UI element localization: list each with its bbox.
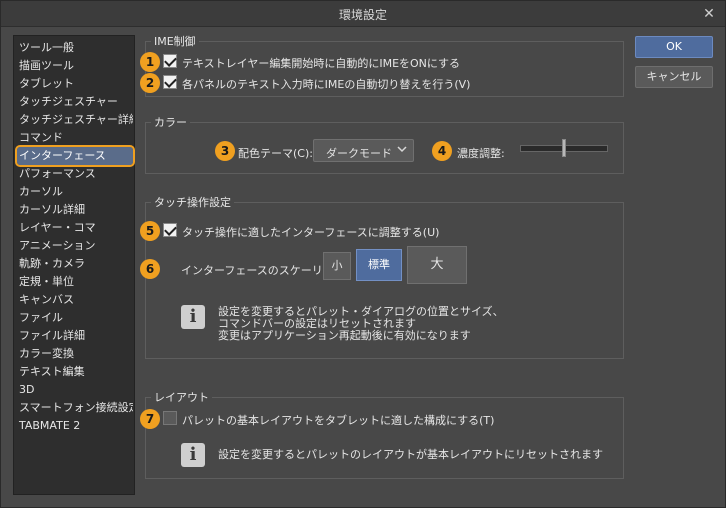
- title-bar: 環境設定 ✕: [1, 1, 725, 27]
- sidebar-item-tabmate[interactable]: TABMATE 2: [17, 417, 133, 435]
- touch-info-line3: 変更はアプリケーション再起動後に有効になります: [218, 329, 471, 342]
- scaling-standard-button[interactable]: 標準: [356, 249, 402, 281]
- layout-group: [145, 397, 624, 479]
- chevron-down-icon: [397, 146, 407, 153]
- layout-info-text: 設定を変更するとパレットのレイアウトが基本レイアウトにリセットされます: [218, 448, 603, 461]
- density-label: 濃度調整:: [457, 147, 505, 160]
- touch-group-title: タッチ操作設定: [151, 194, 234, 210]
- layout-group-title: レイアウト: [151, 389, 212, 405]
- ok-button[interactable]: OK: [635, 36, 713, 58]
- density-slider-handle[interactable]: [562, 139, 566, 157]
- sidebar-item-tablet[interactable]: タブレット: [17, 75, 133, 93]
- sidebar-item-color-conversion[interactable]: カラー変換: [17, 345, 133, 363]
- sidebar-item-text-edit[interactable]: テキスト編集: [17, 363, 133, 381]
- callout-badge-2: 2: [140, 73, 160, 93]
- ime-auto-on-checkbox[interactable]: [163, 54, 177, 68]
- info-icon: i: [181, 443, 205, 467]
- touch-interface-checkbox[interactable]: [163, 223, 177, 237]
- sidebar-item-trail-camera[interactable]: 軌跡・カメラ: [17, 255, 133, 273]
- dialog-title: 環境設定: [338, 8, 387, 22]
- color-group-title: カラー: [151, 114, 190, 130]
- sidebar-item-drawing-tools[interactable]: 描画ツール: [17, 57, 133, 75]
- ime-auto-on-label[interactable]: テキストレイヤー編集開始時に自動的にIMEをONにする: [182, 55, 460, 71]
- callout-badge-6: 6: [140, 259, 160, 279]
- sidebar-item-animation[interactable]: アニメーション: [17, 237, 133, 255]
- sidebar-item-file[interactable]: ファイル: [17, 309, 133, 327]
- preferences-dialog: 環境設定 ✕ ツール一般 描画ツール タブレット タッチジェスチャー タッチジェ…: [0, 0, 726, 508]
- tablet-layout-label[interactable]: パレットの基本レイアウトをタブレットに適した構成にする(T): [182, 412, 494, 428]
- touch-interface-label[interactable]: タッチ操作に適したインターフェースに調整する(U): [182, 224, 439, 240]
- sidebar-item-touch-gesture-details[interactable]: タッチジェスチャー詳細: [17, 111, 133, 129]
- callout-badge-7: 7: [140, 409, 160, 429]
- sidebar-item-tool-general[interactable]: ツール一般: [17, 39, 133, 57]
- sidebar-item-command[interactable]: コマンド: [17, 129, 133, 147]
- sidebar-item-cursor-details[interactable]: カーソル詳細: [17, 201, 133, 219]
- callout-badge-3: 3: [215, 141, 235, 161]
- color-theme-label: 配色テーマ(C):: [238, 147, 313, 160]
- scaling-large-button[interactable]: 大: [407, 246, 467, 284]
- sidebar-item-cursor[interactable]: カーソル: [17, 183, 133, 201]
- sidebar-item-canvas[interactable]: キャンバス: [17, 291, 133, 309]
- sidebar-item-interface[interactable]: インターフェース: [15, 145, 135, 167]
- sidebar-item-file-details[interactable]: ファイル詳細: [17, 327, 133, 345]
- ime-group-title: IME制御: [151, 33, 199, 49]
- info-icon: i: [181, 305, 205, 329]
- color-theme-dropdown[interactable]: ダークモード: [313, 139, 414, 162]
- sidebar-item-smartphone[interactable]: スマートフォン接続設定: [17, 399, 133, 417]
- tablet-layout-checkbox[interactable]: [163, 411, 177, 425]
- sidebar-item-3d[interactable]: 3D: [17, 381, 133, 399]
- ime-auto-switch-checkbox[interactable]: [163, 75, 177, 89]
- callout-badge-5: 5: [140, 221, 160, 241]
- color-theme-value: ダークモード: [326, 147, 392, 160]
- cancel-button[interactable]: キャンセル: [635, 66, 713, 88]
- sidebar-item-layer-frame[interactable]: レイヤー・コマ: [17, 219, 133, 237]
- sidebar-item-performance[interactable]: パフォーマンス: [17, 165, 133, 183]
- sidebar-item-touch-gesture[interactable]: タッチジェスチャー: [17, 93, 133, 111]
- close-icon[interactable]: ✕: [699, 4, 719, 24]
- scaling-small-button[interactable]: 小: [323, 252, 351, 280]
- callout-badge-1: 1: [140, 52, 160, 72]
- category-list[interactable]: ツール一般 描画ツール タブレット タッチジェスチャー タッチジェスチャー詳細 …: [13, 35, 135, 495]
- callout-badge-4: 4: [432, 141, 452, 161]
- ime-auto-switch-label[interactable]: 各パネルのテキスト入力時にIMEの自動切り替えを行う(V): [182, 76, 470, 92]
- sidebar-item-ruler-units[interactable]: 定規・単位: [17, 273, 133, 291]
